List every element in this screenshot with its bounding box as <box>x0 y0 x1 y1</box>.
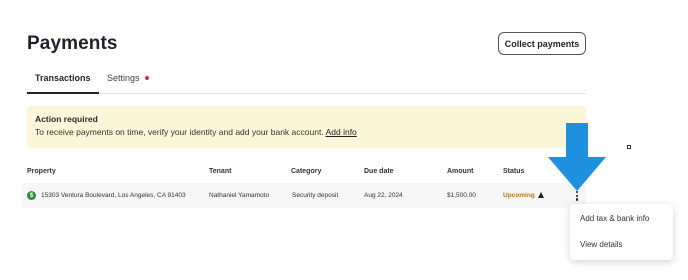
column-header-property: Property <box>27 168 56 175</box>
table-row[interactable]: $ 15303 Ventura Boulevard, Los Angeles, … <box>22 183 586 208</box>
collect-payments-button[interactable]: Collect payments <box>498 32 586 55</box>
cell-tenant: Nathaniel Yamamoto <box>209 192 270 199</box>
row-actions-menu: Add tax & bank info View details <box>570 204 673 260</box>
cell-due-date: Aug 22, 2024 <box>364 192 403 199</box>
menu-item-add-tax-bank-info[interactable]: Add tax & bank info <box>580 214 649 223</box>
alert-body: To receive payments on time, verify your… <box>35 127 357 137</box>
alert-title: Action required <box>35 114 98 124</box>
column-header-amount: Amount <box>447 168 474 175</box>
tab-transactions[interactable]: Transactions <box>35 73 91 83</box>
alert-message: To receive payments on time, verify your… <box>35 127 324 137</box>
action-required-alert: Action required To receive payments on t… <box>27 106 586 148</box>
tab-settings[interactable]: Settings <box>107 73 140 83</box>
cell-category: Security deposit <box>292 192 339 199</box>
cell-property: 15303 Ventura Boulevard, Los Angeles, CA… <box>41 192 186 199</box>
menu-item-view-details[interactable]: View details <box>580 240 623 249</box>
square-icon <box>627 145 631 149</box>
status-badge: Upcoming <box>503 192 535 199</box>
page-title: Payments <box>27 33 118 54</box>
dollar-icon: $ <box>27 191 36 200</box>
settings-alert-dot <box>145 76 149 80</box>
warning-icon <box>538 192 544 198</box>
column-header-category: Category <box>291 168 322 175</box>
cell-amount: $1,500.00 <box>447 192 476 199</box>
tab-bar: Transactions Settings <box>27 68 586 94</box>
column-header-status: Status <box>503 168 525 175</box>
add-info-link[interactable]: Add info <box>326 127 357 137</box>
column-header-tenant: Tenant <box>209 168 232 175</box>
pointer-arrow-icon <box>548 123 606 191</box>
more-options-icon[interactable] <box>574 191 580 203</box>
column-header-due-date: Due date <box>364 168 394 175</box>
tab-active-underline <box>27 92 99 94</box>
